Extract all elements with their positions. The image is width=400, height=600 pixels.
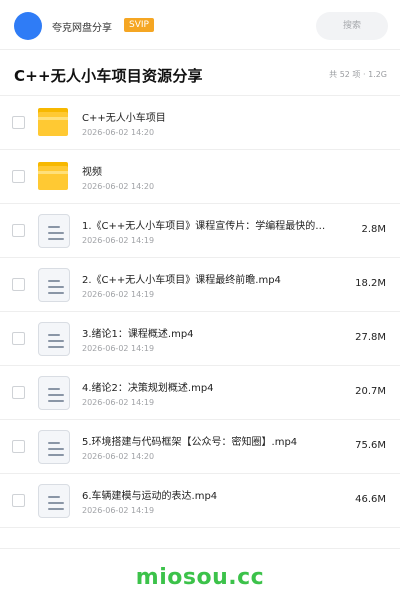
list-item-folder[interactable]: 视频 2026-06-02 14:20 — [0, 150, 400, 204]
file-size: 2.8M — [361, 224, 386, 235]
row-checkbox[interactable] — [12, 440, 25, 453]
list-item-file[interactable]: 4.绪论2：决策规划概述.mp4 2026-06-02 14:19 20.7M — [0, 366, 400, 420]
list-item-file[interactable]: 5.环境搭建与代码框架【公众号：密知圈】.mp4 2026-06-02 14:2… — [0, 420, 400, 474]
file-name: 视频 — [82, 167, 102, 178]
row-checkbox[interactable] — [12, 494, 25, 507]
list-item-file[interactable]: 1.《C++无人小车项目》课程宣传片：学编程最快的… 2026-06-02 14… — [0, 204, 400, 258]
row-checkbox[interactable] — [12, 278, 25, 291]
file-name: 4.绪论2：决策规划概述.mp4 — [82, 383, 214, 394]
file-name: 3.绪论1：课程概述.mp4 — [82, 329, 194, 340]
file-date: 2026-06-02 14:20 — [82, 452, 155, 461]
list-item-file[interactable]: 3.绪论1：课程概述.mp4 2026-06-02 14:19 27.8M — [0, 312, 400, 366]
watermark: miosou.cc — [135, 565, 265, 590]
avatar[interactable] — [14, 12, 42, 40]
file-date: 2026-06-02 14:19 — [82, 344, 155, 353]
file-size: 75.6M — [355, 440, 386, 451]
row-checkbox[interactable] — [12, 170, 25, 183]
file-name: 1.《C++无人小车项目》课程宣传片：学编程最快的… — [82, 221, 326, 232]
share-meta: 共 52 项 · 1.2G — [329, 70, 387, 79]
document-icon — [38, 430, 70, 464]
svip-badge: SVIP — [124, 18, 154, 32]
list-item-file[interactable]: 6.车辆建模与运动的表达.mp4 2026-06-02 14:19 46.6M — [0, 474, 400, 528]
file-name: C++无人小车项目 — [82, 113, 166, 124]
list-item-file[interactable]: 2.《C++无人小车项目》课程最终前瞻.mp4 2026-06-02 14:19… — [0, 258, 400, 312]
file-name: 6.车辆建模与运动的表达.mp4 — [82, 491, 218, 502]
file-name: 2.《C++无人小车项目》课程最终前瞻.mp4 — [82, 275, 281, 286]
document-icon — [38, 484, 70, 518]
file-list: C++无人小车项目 2026-06-02 14:20 视频 2026-06-02… — [0, 96, 400, 528]
document-icon — [38, 322, 70, 356]
file-size: 18.2M — [355, 278, 386, 289]
file-size: 46.6M — [355, 494, 386, 505]
share-title-bar: C++无人小车项目资源分享 共 52 项 · 1.2G — [0, 50, 400, 96]
row-checkbox[interactable] — [12, 386, 25, 399]
file-date: 2026-06-02 14:20 — [82, 182, 155, 191]
file-date: 2026-06-02 14:19 — [82, 398, 155, 407]
file-size: 20.7M — [355, 386, 386, 397]
row-checkbox[interactable] — [12, 116, 25, 129]
file-date: 2026-06-02 14:19 — [82, 506, 155, 515]
list-item-folder[interactable]: C++无人小车项目 2026-06-02 14:20 — [0, 96, 400, 150]
folder-icon — [38, 108, 68, 138]
folder-icon — [38, 162, 68, 192]
document-icon — [38, 376, 70, 410]
row-checkbox[interactable] — [12, 224, 25, 237]
search-placeholder: 搜索 — [342, 21, 361, 31]
page-title: C++无人小车项目资源分享 — [14, 67, 203, 85]
brand-label: 夸克网盘分享 — [52, 23, 112, 34]
document-icon — [38, 268, 70, 302]
top-header: 夸克网盘分享 SVIP 搜索 — [0, 0, 400, 50]
file-date: 2026-06-02 14:19 — [82, 236, 155, 245]
file-name: 5.环境搭建与代码框架【公众号：密知圈】.mp4 — [82, 437, 298, 448]
row-checkbox[interactable] — [12, 332, 25, 345]
file-date: 2026-06-02 14:19 — [82, 290, 155, 299]
file-size: 27.8M — [355, 332, 386, 343]
search-button[interactable]: 搜索 — [316, 12, 388, 40]
file-date: 2026-06-02 14:20 — [82, 128, 155, 137]
footer: miosou.cc — [0, 548, 400, 600]
document-icon — [38, 214, 70, 248]
